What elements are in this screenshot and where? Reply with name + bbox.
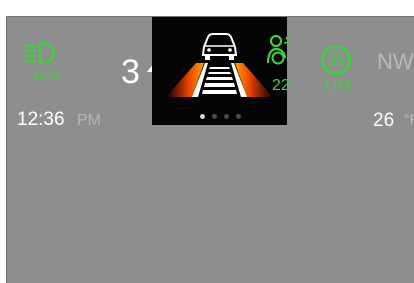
page-dot[interactable] <box>211 114 217 119</box>
page-dot[interactable] <box>235 114 241 119</box>
driver-assist-icon <box>266 34 291 65</box>
page-dot-active[interactable] <box>199 114 205 119</box>
instrument-cluster: AUTO 3 12:36 PM 22 60 LIM NW 26 °F <box>6 16 414 283</box>
speed-limit-label: LIM <box>325 77 351 94</box>
temperature-unit: °F <box>404 111 414 127</box>
page-dot[interactable] <box>223 114 229 119</box>
outside-temperature: 26 <box>373 110 395 131</box>
page-indicator[interactable] <box>190 114 250 122</box>
gear-indicator: 3 <box>121 53 140 91</box>
driver-assist-panel: 22 <box>152 17 291 125</box>
auto-headlight-icon <box>25 41 56 65</box>
clock-period: PM <box>77 112 101 129</box>
speed-limit-value: 60 <box>328 52 344 68</box>
clock-time: 12:36 <box>17 109 65 130</box>
car-ahead-icon <box>201 33 238 60</box>
headlight-auto-label: AUTO <box>33 71 60 81</box>
speed-limit-sign: 60 <box>321 45 351 75</box>
compass-heading: NW <box>377 49 414 74</box>
driver-assist-value: 22 <box>272 77 290 94</box>
